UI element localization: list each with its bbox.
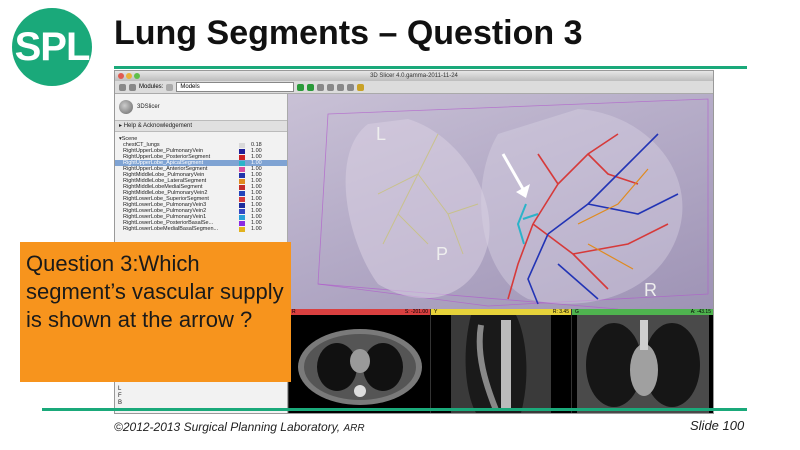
opacity-value[interactable]: 1.00 — [251, 226, 262, 232]
color-swatch[interactable] — [239, 184, 245, 190]
color-swatch[interactable] — [239, 190, 245, 196]
module-selector[interactable]: Models — [176, 82, 295, 92]
load-data-icon[interactable] — [119, 83, 126, 91]
help-label: Help & Acknowledgement — [123, 123, 193, 129]
sagittal-ct-image — [451, 315, 551, 413]
coronal-ct-image — [577, 315, 709, 413]
scene-tree-item-name: RightLowerLobeMedialBasalSegmen... — [123, 226, 219, 232]
orientation-label-right: R — [644, 280, 657, 300]
back-arrow-icon[interactable] — [297, 83, 305, 91]
view-icon[interactable] — [337, 83, 345, 91]
color-swatch[interactable] — [239, 208, 245, 214]
orientation-letters: L F B — [118, 386, 122, 407]
search-icon[interactable] — [166, 83, 174, 91]
color-swatch[interactable] — [239, 196, 245, 202]
crosshair-icon[interactable] — [357, 83, 365, 91]
red-slice-view[interactable]: R S: -201.00 — [288, 309, 431, 413]
color-swatch[interactable] — [239, 142, 245, 148]
maximize-window-icon[interactable] — [134, 73, 140, 79]
slicer-logo: 3DSlicer — [115, 94, 287, 120]
orientation-label-posterior: P — [436, 244, 449, 264]
axial-ct-image — [298, 329, 422, 405]
forward-arrow-icon[interactable] — [307, 83, 315, 91]
scene-tree-item[interactable]: RightLowerLobeMedialBasalSegmen... 1.00 — [115, 226, 287, 232]
save-icon[interactable] — [129, 83, 136, 91]
yellow-slice-view[interactable]: Y R: 3.45 — [430, 309, 572, 413]
color-swatch[interactable] — [239, 154, 245, 160]
3d-view[interactable]: L P R — [288, 94, 713, 309]
color-swatch[interactable] — [239, 202, 245, 208]
orientation-letter: F — [118, 393, 122, 399]
lung-rendering — [317, 98, 709, 309]
layout-icon[interactable] — [327, 83, 335, 91]
slide-number: Slide 100 — [690, 418, 745, 433]
mouse-mode-icon[interactable] — [347, 83, 355, 91]
color-swatch[interactable] — [239, 178, 245, 184]
copyright-text: ©2012-2013 Surgical Planning Laboratory, — [114, 420, 341, 434]
footer-copyright: ©2012-2013 Surgical Planning Laboratory,… — [114, 420, 365, 434]
window-titlebar: 3D Slicer 4.0.gamma-2011-11-24 — [115, 71, 713, 81]
toolbar: Modules: Models — [115, 81, 713, 94]
home-icon[interactable] — [317, 83, 325, 91]
orientation-label-left: L — [376, 124, 387, 144]
close-window-icon[interactable] — [118, 73, 124, 79]
slicer-logo-icon — [119, 100, 133, 114]
slice-views: R S: -201.00 Y R: 3.45 G A: -43.15 — [288, 309, 713, 413]
help-acknowledgement-section[interactable]: ▸ Help & Acknowledgement — [115, 120, 287, 132]
color-swatch[interactable] — [239, 160, 245, 166]
minimize-window-icon[interactable] — [126, 73, 132, 79]
orientation-letter: B — [118, 400, 123, 406]
color-swatch[interactable] — [239, 166, 245, 172]
green-slice-view[interactable]: G A: -43.15 — [571, 309, 713, 413]
scene-tree[interactable]: ▾ Scene chestCT_lungs 0.18 RightUpperLobe_… — [115, 136, 287, 232]
orientation-letter: L — [118, 386, 122, 392]
color-swatch[interactable] — [239, 220, 245, 226]
title-divider — [114, 66, 747, 69]
rights-text: ARR — [343, 423, 365, 434]
footer-divider — [42, 408, 747, 411]
slicer-logo-text: 3DSlicer — [137, 104, 160, 110]
slide-title: Lung Segments – Question 3 — [114, 14, 583, 52]
window-title: 3D Slicer 4.0.gamma-2011-11-24 — [370, 73, 458, 79]
color-swatch[interactable] — [239, 226, 245, 232]
modules-label: Modules: — [139, 84, 164, 90]
color-swatch[interactable] — [239, 148, 245, 154]
color-swatch[interactable] — [239, 214, 245, 220]
question-box: Question 3:Which segment’s vascular supp… — [20, 242, 291, 382]
color-swatch[interactable] — [239, 172, 245, 178]
spl-logo: SPL — [12, 8, 92, 86]
